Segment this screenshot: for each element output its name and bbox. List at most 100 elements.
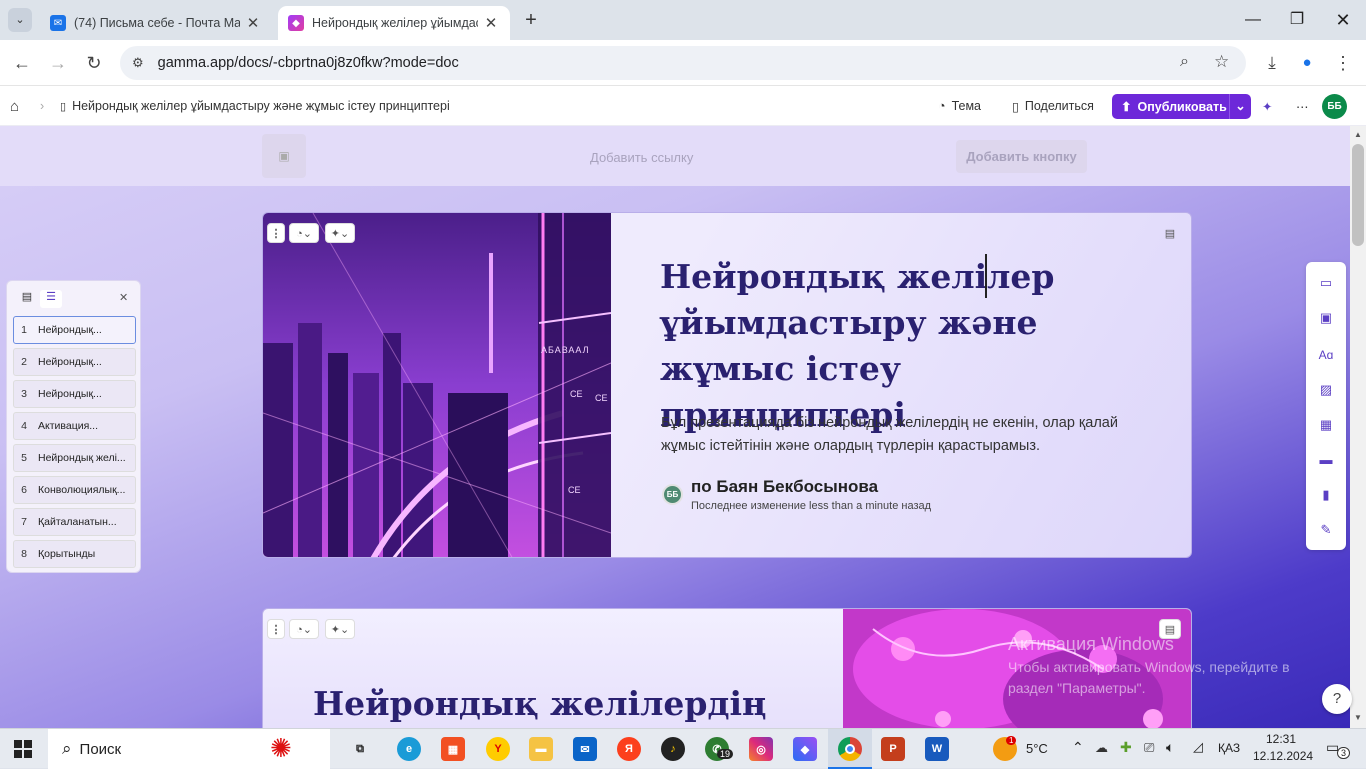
- card-ai-button[interactable]: ✦⌄: [325, 223, 355, 243]
- weather-temp[interactable]: 5°C: [1026, 741, 1048, 756]
- scroll-up-icon[interactable]: ▲: [1354, 130, 1362, 139]
- form-icon[interactable]: ✎: [1316, 520, 1336, 540]
- logo-placeholder[interactable]: ▣: [262, 134, 306, 178]
- powerpoint-icon[interactable]: P: [881, 737, 905, 761]
- taskbar-search[interactable]: ⌕ Поиск ✺: [48, 729, 330, 769]
- instagram-icon[interactable]: ◎: [749, 737, 773, 761]
- yandex-browser-icon[interactable]: Y: [486, 737, 510, 761]
- word-icon[interactable]: W: [925, 737, 949, 761]
- new-tab-button[interactable]: +: [520, 8, 542, 32]
- video-icon[interactable]: ▦: [1316, 415, 1336, 435]
- windows-start-icon[interactable]: [14, 740, 32, 758]
- tab-search-button[interactable]: ⌄: [8, 8, 32, 32]
- taskbar: ⌕ Поиск ✺ ⧉ e ▦ Y ▬ ✉ Я ♪ ✆ 19 ◎ ◆ P W 1…: [0, 728, 1366, 769]
- cloud-icon[interactable]: ☁: [1095, 740, 1108, 756]
- chart-icon[interactable]: ▮: [1316, 485, 1336, 505]
- language-indicator[interactable]: ҚАЗ: [1218, 741, 1240, 755]
- chevron-up-icon[interactable]: ⌃: [1072, 739, 1084, 756]
- reload-button[interactable]: ↻: [81, 50, 107, 76]
- site-info-icon[interactable]: ⚙: [132, 55, 144, 71]
- card-menu-button[interactable]: ⋮: [267, 619, 285, 639]
- outline-item-number: 3: [21, 388, 27, 400]
- image-icon[interactable]: ▨: [1316, 380, 1336, 400]
- menu-dots-icon[interactable]: ⋮: [1330, 50, 1356, 76]
- close-icon[interactable]: ✕: [119, 291, 128, 304]
- breadcrumb[interactable]: ▯ Нейрондық желілер ұйымдастыру және жұм…: [60, 94, 450, 118]
- zoom-icon[interactable]: ⌕: [1180, 53, 1189, 71]
- avatar[interactable]: ББ: [1322, 94, 1347, 119]
- home-icon[interactable]: ⌂: [10, 94, 19, 118]
- task-view-icon[interactable]: ⧉: [348, 737, 372, 761]
- store-icon[interactable]: ▦: [441, 737, 465, 761]
- card-menu-button[interactable]: ⋮: [267, 223, 285, 243]
- outline-item[interactable]: 3 Нейрондық...: [13, 380, 136, 408]
- add-card-icon[interactable]: ▭: [1316, 273, 1336, 293]
- city-image: [263, 213, 611, 557]
- volume-icon[interactable]: 🔈︎: [1166, 739, 1174, 756]
- close-window-button[interactable]: ✕: [1328, 8, 1358, 32]
- share-button[interactable]: ▯ Поделиться: [1012, 94, 1094, 118]
- outline-item-label: Қайталанатын...: [38, 516, 117, 528]
- author-name: по Баян Бекбосынова: [691, 477, 879, 496]
- card-style-button[interactable]: ◔⌄: [289, 619, 319, 639]
- cards-view-icon[interactable]: ▤: [17, 290, 37, 308]
- close-icon[interactable]: ✕: [482, 14, 500, 32]
- back-button[interactable]: ←: [9, 50, 35, 76]
- list-view-icon[interactable]: ☰: [40, 290, 62, 308]
- embed-icon[interactable]: ▬: [1316, 450, 1336, 470]
- download-icon[interactable]: ⤓: [1259, 50, 1285, 76]
- outline-item-label: Қорытынды: [38, 548, 96, 560]
- scroll-down-icon[interactable]: ▼: [1354, 713, 1362, 722]
- copilot-icon[interactable]: ◆: [793, 737, 817, 761]
- text-icon[interactable]: Aɑ: [1316, 345, 1336, 365]
- profile-icon[interactable]: ●: [1294, 50, 1320, 76]
- yandex-icon[interactable]: Я: [617, 737, 641, 761]
- meet-icon[interactable]: ⎚: [1144, 740, 1154, 756]
- page-title[interactable]: Нейрондық желілер ұйымдастыру және жұмыс…: [660, 254, 1130, 438]
- outline-item[interactable]: 6 Конволюциялық...: [13, 476, 136, 504]
- clock-time[interactable]: 12:31: [1266, 732, 1296, 746]
- card-subtitle[interactable]: Бұл презентацияда біз нейрондық желілерд…: [661, 412, 1141, 458]
- outline-item[interactable]: 1 Нейрондық...: [13, 316, 136, 344]
- restore-button[interactable]: ❐: [1282, 8, 1312, 32]
- security-icon[interactable]: ✚: [1120, 739, 1132, 756]
- file-explorer-icon[interactable]: ▬: [529, 737, 553, 761]
- breadcrumb-title: Нейрондық желілер ұйымдастыру және жұмыс…: [72, 99, 450, 113]
- publish-button[interactable]: ⬆ Опубликовать ⌄: [1112, 94, 1251, 119]
- outline-item-number: 5: [21, 452, 27, 464]
- tab-gamma[interactable]: ◆ Нейрондық желілер ұйымдаст ✕: [278, 6, 510, 40]
- outline-item[interactable]: 8 Қорытынды: [13, 540, 136, 568]
- edge-icon[interactable]: e: [397, 737, 421, 761]
- layout-icon[interactable]: ▣: [1316, 308, 1336, 328]
- more-icon[interactable]: ⋯: [1296, 94, 1309, 118]
- clock-date[interactable]: 12.12.2024: [1253, 749, 1313, 763]
- add-link-button[interactable]: Добавить ссылку: [590, 150, 693, 165]
- help-button[interactable]: ?: [1322, 684, 1352, 714]
- tab-mail[interactable]: ✉ (74) Письма себе - Почта Mail ✕: [40, 6, 272, 40]
- outline-item[interactable]: 5 Нейрондық желі...: [13, 444, 136, 472]
- forward-button[interactable]: →: [45, 50, 71, 76]
- mail-icon[interactable]: ✉: [573, 737, 597, 761]
- card-heading[interactable]: Нейрондық желілердің: [313, 684, 766, 723]
- minimize-button[interactable]: —: [1238, 8, 1268, 32]
- outline-item[interactable]: 4 Активация...: [13, 412, 136, 440]
- address-bar[interactable]: ⚙ gamma.app/docs/-cbprtna0j8z0fkw?mode=d…: [120, 46, 1246, 80]
- card-ai-button[interactable]: ✦⌄: [325, 619, 355, 639]
- publish-label: Опубликовать: [1137, 99, 1227, 114]
- card-style-button[interactable]: ◔⌄: [289, 223, 319, 243]
- scroll-thumb[interactable]: [1352, 144, 1364, 246]
- scrollbar[interactable]: ▲ ▼: [1350, 126, 1366, 728]
- network-icon[interactable]: ◿: [1193, 739, 1203, 755]
- outline-item[interactable]: 2 Нейрондық...: [13, 348, 136, 376]
- share-icon: ▯: [1012, 99, 1019, 114]
- yandex-music-icon[interactable]: ♪: [661, 737, 685, 761]
- add-button-button[interactable]: Добавить кнопку: [956, 140, 1087, 173]
- bookmark-star-icon[interactable]: ☆: [1214, 52, 1229, 72]
- theme-button[interactable]: ◔ Тема: [938, 94, 981, 118]
- chevron-down-icon[interactable]: ⌄: [1229, 94, 1251, 119]
- close-icon[interactable]: ✕: [244, 14, 262, 32]
- chrome-icon[interactable]: [838, 737, 862, 761]
- outline-item[interactable]: 7 Қайталанатын...: [13, 508, 136, 536]
- ai-sparkle-icon[interactable]: ✦: [1262, 94, 1272, 118]
- card-notes-button[interactable]: ▤: [1159, 223, 1181, 243]
